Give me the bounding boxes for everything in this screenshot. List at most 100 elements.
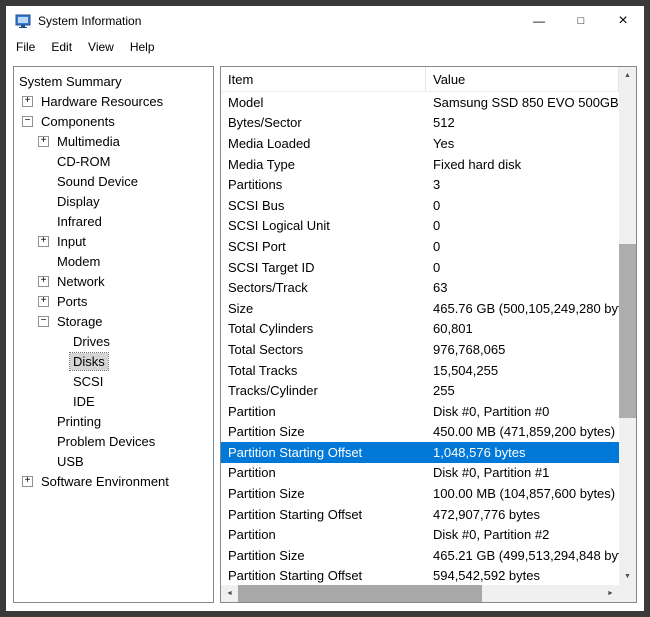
tree-item-label[interactable]: Problem Devices: [54, 433, 158, 450]
tree-item-network[interactable]: + Network: [14, 271, 213, 291]
table-row[interactable]: Partition Disk #0, Partition #0: [221, 401, 619, 422]
column-header-item[interactable]: Item: [221, 67, 426, 91]
tree-item-sound-device[interactable]: Sound Device: [14, 171, 213, 191]
tree-item-scsi[interactable]: SCSI: [14, 371, 213, 391]
table-row[interactable]: Model Samsung SSD 850 EVO 500GB: [221, 92, 619, 113]
vertical-scroll-thumb[interactable]: [619, 244, 636, 418]
maximize-button[interactable]: □: [560, 6, 602, 35]
tree-item-problem-devices[interactable]: Problem Devices: [14, 431, 213, 451]
table-row[interactable]: Bytes/Sector 512: [221, 113, 619, 134]
menu-file[interactable]: File: [8, 37, 43, 57]
tree-item-label[interactable]: Infrared: [54, 213, 105, 230]
minimize-button[interactable]: —: [518, 6, 560, 35]
table-row[interactable]: Media Type Fixed hard disk: [221, 154, 619, 175]
table-row[interactable]: Partition Size 465.21 GB (499,513,294,84…: [221, 545, 619, 566]
vertical-scrollbar[interactable]: ▲ ▼: [619, 67, 636, 585]
tree-item-drives[interactable]: Drives: [14, 331, 213, 351]
tree-item-components[interactable]: − Components: [14, 111, 213, 131]
scroll-left-arrow-icon[interactable]: ◄: [221, 585, 238, 602]
horizontal-scroll-thumb[interactable]: [238, 585, 482, 602]
tree-item-modem[interactable]: Modem: [14, 251, 213, 271]
tree-item-label[interactable]: Input: [54, 233, 89, 250]
tree-item-label[interactable]: IDE: [70, 393, 98, 410]
tree-item-ports[interactable]: + Ports: [14, 291, 213, 311]
tree-item-usb[interactable]: USB: [14, 451, 213, 471]
tree-item-label[interactable]: Modem: [54, 253, 103, 270]
tree-item-storage[interactable]: − Storage: [14, 311, 213, 331]
table-row[interactable]: SCSI Port 0: [221, 236, 619, 257]
tree-item-label[interactable]: Sound Device: [54, 173, 141, 190]
tree-expander-icon[interactable]: −: [22, 116, 33, 127]
tree-item-label[interactable]: Disks: [70, 353, 108, 370]
tree-item-hardware-resources[interactable]: + Hardware Resources: [14, 91, 213, 111]
tree-expander-icon[interactable]: +: [22, 476, 33, 487]
tree-item-display[interactable]: Display: [14, 191, 213, 211]
tree-indent: [14, 201, 38, 202]
tree-item-label[interactable]: System Summary: [16, 73, 125, 90]
tree-item-disks[interactable]: Disks: [14, 351, 213, 371]
listview: Item Value Model Samsung SSD 850 EVO 500…: [221, 67, 619, 585]
tree-item-label[interactable]: Ports: [54, 293, 90, 310]
tree-item-label[interactable]: CD-ROM: [54, 153, 113, 170]
vertical-scroll-track[interactable]: [619, 84, 636, 568]
close-button[interactable]: ×: [602, 6, 644, 35]
table-row[interactable]: Partition Starting Offset 594,542,592 by…: [221, 566, 619, 585]
table-row[interactable]: Partition Starting Offset 1,048,576 byte…: [221, 442, 619, 463]
tree-item-label[interactable]: Display: [54, 193, 103, 210]
tree-item-cd-rom[interactable]: CD-ROM: [14, 151, 213, 171]
menu-edit[interactable]: Edit: [43, 37, 80, 57]
menu-view[interactable]: View: [80, 37, 122, 57]
table-row[interactable]: Partition Starting Offset 472,907,776 by…: [221, 504, 619, 525]
tree-item-software-environment[interactable]: + Software Environment: [14, 471, 213, 491]
table-row[interactable]: Sectors/Track 63: [221, 277, 619, 298]
table-row[interactable]: Tracks/Cylinder 255: [221, 380, 619, 401]
tree-item-infrared[interactable]: Infrared: [14, 211, 213, 231]
tree-item-label[interactable]: Network: [54, 273, 108, 290]
menu-help[interactable]: Help: [122, 37, 163, 57]
tree-expander-icon[interactable]: +: [38, 296, 49, 307]
tree-item-label[interactable]: Storage: [54, 313, 106, 330]
table-row[interactable]: Total Tracks 15,504,255: [221, 360, 619, 381]
horizontal-scroll-track[interactable]: [238, 585, 602, 602]
tree-expander-icon[interactable]: +: [22, 96, 33, 107]
tree-item-label[interactable]: Multimedia: [54, 133, 123, 150]
tree-item-ide[interactable]: IDE: [14, 391, 213, 411]
tree-expander-icon[interactable]: −: [38, 316, 49, 327]
tree-expander-icon[interactable]: +: [38, 276, 49, 287]
tree-expander-icon[interactable]: +: [38, 136, 49, 147]
table-row[interactable]: Partitions 3: [221, 174, 619, 195]
value-cell: 465.21 GB (499,513,294,848 bytes): [426, 548, 619, 563]
tree-item-input[interactable]: + Input: [14, 231, 213, 251]
tree-item-label[interactable]: Drives: [70, 333, 113, 350]
table-row[interactable]: Partition Disk #0, Partition #2: [221, 524, 619, 545]
scroll-right-arrow-icon[interactable]: ►: [602, 585, 619, 602]
tree-item-label[interactable]: Software Environment: [38, 473, 172, 490]
table-row[interactable]: SCSI Logical Unit 0: [221, 216, 619, 237]
table-row[interactable]: SCSI Bus 0: [221, 195, 619, 216]
table-row[interactable]: SCSI Target ID 0: [221, 257, 619, 278]
scroll-up-arrow-icon[interactable]: ▲: [619, 67, 636, 84]
value-cell: Disk #0, Partition #0: [426, 404, 619, 419]
scroll-down-arrow-icon[interactable]: ▼: [619, 568, 636, 585]
table-row[interactable]: Total Cylinders 60,801: [221, 319, 619, 340]
item-cell: Total Sectors: [221, 342, 426, 357]
horizontal-scrollbar[interactable]: ◄ ►: [221, 585, 619, 602]
table-row[interactable]: Partition Size 450.00 MB (471,859,200 by…: [221, 422, 619, 443]
table-row[interactable]: Partition Disk #0, Partition #1: [221, 463, 619, 484]
table-row[interactable]: Partition Size 100.00 MB (104,857,600 by…: [221, 483, 619, 504]
tree-item-label[interactable]: Components: [38, 113, 118, 130]
table-row[interactable]: Size 465.76 GB (500,105,249,280 bytes): [221, 298, 619, 319]
tree-item-label[interactable]: USB: [54, 453, 87, 470]
tree-item-multimedia[interactable]: + Multimedia: [14, 131, 213, 151]
column-header-value[interactable]: Value: [426, 67, 619, 91]
item-cell: Partition Starting Offset: [221, 568, 426, 583]
tree-item-system-summary[interactable]: System Summary: [14, 71, 213, 91]
tree-item-label[interactable]: SCSI: [70, 373, 106, 390]
tree-item-printing[interactable]: Printing: [14, 411, 213, 431]
tree-item-label[interactable]: Hardware Resources: [38, 93, 166, 110]
tree-item-label[interactable]: Printing: [54, 413, 104, 430]
item-cell: Size: [221, 301, 426, 316]
table-row[interactable]: Total Sectors 976,768,065: [221, 339, 619, 360]
tree-expander-icon[interactable]: +: [38, 236, 49, 247]
table-row[interactable]: Media Loaded Yes: [221, 133, 619, 154]
